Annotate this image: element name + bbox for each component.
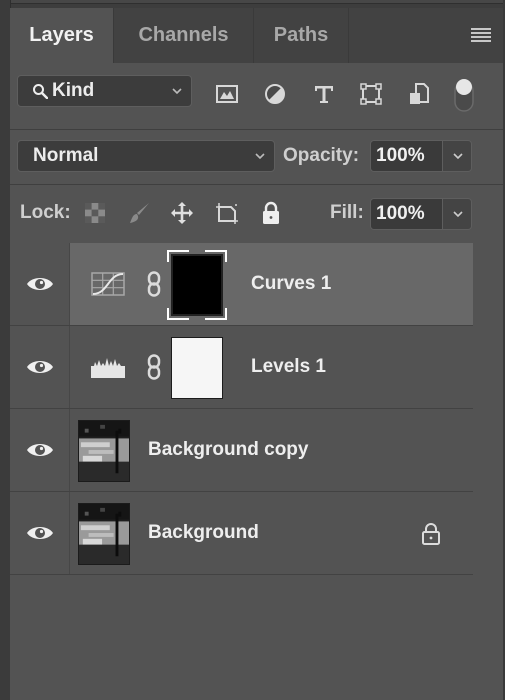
lock-artboard-icon[interactable]: [215, 201, 239, 225]
lock-all-icon[interactable]: [259, 201, 283, 225]
layer-name: Levels 1: [251, 356, 326, 377]
fill-dropdown-button[interactable]: [443, 199, 471, 229]
layer-row-background-copy[interactable]: Background copy: [10, 409, 473, 492]
layer-locked-icon[interactable]: [421, 522, 441, 546]
lock-transparent-pixels-icon[interactable]: [83, 201, 107, 225]
mask-link-icon[interactable]: [147, 354, 161, 380]
layer-name: Background copy: [148, 439, 309, 460]
fill-input[interactable]: 100%: [371, 199, 443, 229]
lock-image-pixels-icon[interactable]: [127, 201, 151, 225]
blend-mode-dropdown[interactable]: Normal: [17, 140, 275, 172]
smart-object-filter-icon[interactable]: [407, 82, 431, 106]
eye-icon[interactable]: [26, 441, 54, 459]
curves-adjustment-icon: [91, 272, 125, 296]
filter-toggle-switch[interactable]: [454, 78, 474, 112]
type-layer-filter-icon[interactable]: [312, 82, 336, 106]
layer-row-curves-1[interactable]: Curves 1: [10, 243, 473, 326]
chevron-down-icon: [453, 153, 463, 160]
visibility-cell: [10, 243, 70, 325]
eye-icon[interactable]: [26, 275, 54, 293]
pixel-layer-filter-icon[interactable]: [215, 82, 239, 106]
layer-row-levels-1[interactable]: Levels 1: [10, 326, 473, 409]
lock-position-icon[interactable]: [170, 201, 194, 225]
layer-thumbnail-image[interactable]: [78, 503, 130, 565]
panel-tab-bar: Layers Channels Paths: [10, 8, 503, 63]
chevron-down-icon: [172, 88, 182, 95]
chevron-down-icon: [453, 211, 463, 218]
tab-layers[interactable]: Layers: [10, 8, 114, 63]
opacity-label: Opacity:: [283, 145, 360, 166]
filter-kind-dropdown[interactable]: Kind: [17, 75, 192, 107]
layer-content[interactable]: Background copy: [70, 409, 473, 491]
lock-row: Lock: Fill: 100%: [10, 185, 503, 243]
adjustment-layer-filter-icon[interactable]: [263, 82, 287, 106]
chevron-down-icon: [255, 153, 265, 160]
lock-label: Lock:: [20, 202, 71, 223]
shape-layer-filter-icon[interactable]: [359, 82, 383, 106]
eye-icon[interactable]: [26, 524, 54, 542]
visibility-cell: [10, 492, 70, 574]
layer-filter-row: Kind: [10, 63, 503, 130]
mask-selection-brackets: [167, 250, 227, 320]
layer-mask-thumbnail[interactable]: [171, 337, 223, 399]
opacity-field[interactable]: 100%: [370, 140, 472, 172]
layer-thumbnail-image[interactable]: [78, 420, 130, 482]
layer-content[interactable]: Curves 1: [70, 243, 473, 325]
fill-field[interactable]: 100%: [370, 198, 472, 230]
layer-content[interactable]: Levels 1: [70, 326, 473, 408]
search-icon: [33, 84, 48, 99]
blend-options-row: Normal Opacity: 100%: [10, 130, 503, 185]
filter-kind-label: Kind: [52, 80, 95, 101]
fill-label: Fill:: [330, 202, 364, 223]
levels-adjustment-icon: [91, 358, 125, 378]
visibility-cell: [10, 409, 70, 491]
layers-list: Curves 1 Levels 1 Background copy Backgr…: [10, 243, 473, 575]
eye-icon[interactable]: [26, 358, 54, 376]
mask-link-icon[interactable]: [147, 271, 161, 297]
layer-name: Background: [148, 522, 259, 543]
panel-menu-icon[interactable]: [471, 28, 491, 42]
tab-paths[interactable]: Paths: [254, 8, 349, 63]
layers-panel: Layers Channels Paths Kind Normal Opacit…: [10, 8, 503, 700]
visibility-cell: [10, 326, 70, 408]
layer-name: Curves 1: [251, 273, 332, 294]
opacity-dropdown-button[interactable]: [443, 141, 471, 171]
tab-channels[interactable]: Channels: [114, 8, 254, 63]
blend-mode-value: Normal: [33, 145, 99, 166]
window-top-border: [10, 0, 505, 4]
opacity-input[interactable]: 100%: [371, 141, 443, 171]
layer-content[interactable]: Background: [70, 492, 473, 574]
layer-row-background[interactable]: Background: [10, 492, 473, 575]
